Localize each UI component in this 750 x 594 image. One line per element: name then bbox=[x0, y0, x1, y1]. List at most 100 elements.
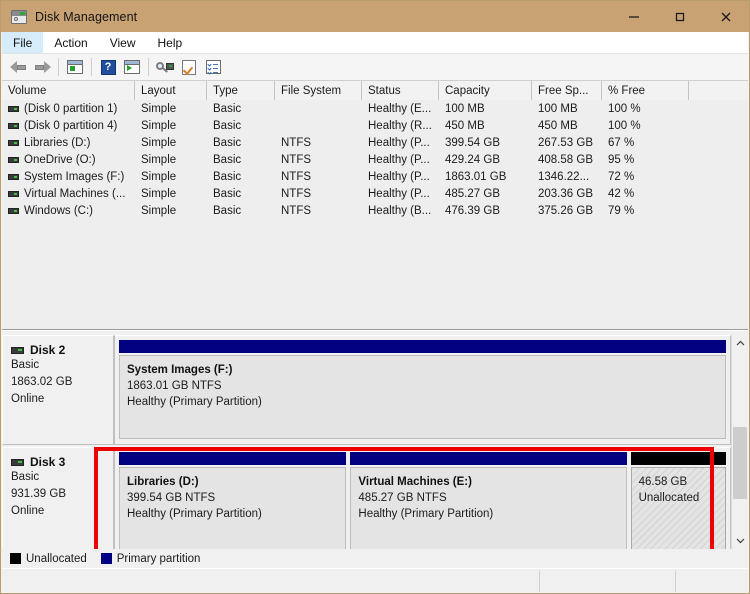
cell-text: 100 MB bbox=[538, 102, 578, 115]
partition-volume[interactable]: System Images (F:) 1863.01 GB NTFS Healthy… bbox=[119, 340, 726, 439]
column-header-free[interactable]: % Free bbox=[602, 81, 689, 100]
window-title: Disk Management bbox=[35, 9, 138, 24]
close-button[interactable] bbox=[703, 1, 749, 32]
scrollbar-thumb[interactable] bbox=[733, 427, 747, 499]
cell-status: Healthy (P... bbox=[362, 185, 439, 202]
menu-item-label: File bbox=[13, 35, 33, 50]
table-row[interactable]: Libraries (D:) Simple Basic NTFS Healthy (P.… bbox=[2, 134, 748, 151]
menu-item-view[interactable]: View bbox=[99, 32, 147, 53]
partition-body[interactable]: Libraries (D:) 399.54 GB NTFS Healthy (Pri… bbox=[119, 467, 347, 549]
column-header-freesp[interactable]: Free Sp... bbox=[532, 81, 602, 100]
partition-body[interactable]: 46.58 GB Unallocated bbox=[630, 467, 726, 549]
disk-panel-scrollbar[interactable] bbox=[731, 335, 748, 549]
cell-layout: Simple bbox=[135, 168, 207, 185]
menu-bar: File Action View Help bbox=[2, 32, 748, 54]
forward-arrow-icon[interactable] bbox=[30, 56, 54, 79]
show-hide-console-tree-icon[interactable] bbox=[63, 56, 87, 79]
scroll-up-icon[interactable] bbox=[732, 335, 748, 352]
minimize-button[interactable] bbox=[611, 1, 657, 32]
show-action-pane-icon[interactable] bbox=[120, 56, 144, 79]
status-segment bbox=[2, 569, 540, 592]
column-header-layout[interactable]: Layout bbox=[135, 81, 207, 100]
column-header-label: File System bbox=[281, 84, 342, 97]
properties-icon[interactable] bbox=[177, 56, 201, 79]
cell-status: Healthy (P... bbox=[362, 151, 439, 168]
legend-label: Unallocated bbox=[26, 552, 87, 565]
cell-fs: NTFS bbox=[275, 185, 362, 202]
partition-line3: Healthy (Primary Partition) bbox=[358, 508, 494, 520]
table-row[interactable]: (Disk 0 partition 4) Simple Basic Healthy (… bbox=[2, 117, 748, 134]
cell-text: Basic bbox=[213, 170, 242, 183]
volume-icon bbox=[8, 207, 19, 214]
help-icon[interactable]: ? bbox=[96, 56, 120, 79]
legend-swatch bbox=[100, 553, 112, 564]
back-arrow-icon[interactable] bbox=[6, 56, 30, 79]
disk-title: Disk 2 bbox=[11, 343, 113, 357]
column-header-type[interactable]: Type bbox=[207, 81, 275, 100]
cell-text: 450 MB bbox=[538, 119, 578, 132]
table-row[interactable]: Virtual Machines (... Simple Basic NTFS Heal… bbox=[2, 185, 748, 202]
cell-text: (Disk 0 partition 1) bbox=[24, 102, 118, 115]
cell-volume: OneDrive (O:) bbox=[2, 151, 135, 168]
cell-text: Simple bbox=[141, 136, 177, 149]
disk-drive-icon bbox=[11, 9, 27, 24]
partition-unallocated[interactable]: 46.58 GB Unallocated bbox=[630, 452, 726, 549]
list-view-icon[interactable] bbox=[201, 56, 225, 79]
scroll-down-icon[interactable] bbox=[732, 532, 748, 549]
table-row[interactable]: System Images (F:) Simple Basic NTFS Healthy… bbox=[2, 168, 748, 185]
disk-scroll-area: Disk 2 Basic 1863.02 GB Online System Images… bbox=[2, 335, 731, 549]
partition-volume[interactable]: Virtual Machines (E:) 485.27 GB NTFS Healt… bbox=[350, 452, 627, 549]
column-header-volume[interactable]: Volume bbox=[2, 81, 135, 100]
partition-body[interactable]: Virtual Machines (E:) 485.27 GB NTFS Healt… bbox=[350, 467, 627, 549]
table-row[interactable]: (Disk 0 partition 1) Simple Basic Healthy (… bbox=[2, 100, 748, 117]
cell-layout: Simple bbox=[135, 202, 207, 219]
cell-text: Virtual Machines (... bbox=[24, 187, 126, 200]
disk-row-disk-2[interactable]: Disk 2 Basic 1863.02 GB Online System Images… bbox=[2, 335, 731, 445]
partition-color-bar bbox=[119, 452, 347, 465]
cell-free: 375.26 GB bbox=[532, 202, 602, 219]
partition-line3: Healthy (Primary Partition) bbox=[127, 396, 262, 408]
cell-pct: 100 % bbox=[602, 100, 689, 117]
legend-item-primary-partition: Primary partition bbox=[100, 553, 200, 565]
column-header-status[interactable]: Status bbox=[362, 81, 439, 100]
cell-volume: Windows (C:) bbox=[2, 202, 135, 219]
cell-text: Simple bbox=[141, 170, 177, 183]
title-bar[interactable]: Disk Management bbox=[1, 1, 749, 32]
cell-text: 485.27 GB bbox=[445, 187, 500, 200]
menu-item-label: Help bbox=[157, 35, 183, 50]
maximize-button[interactable] bbox=[657, 1, 703, 32]
partition-body[interactable]: System Images (F:) 1863.01 GB NTFS Healthy… bbox=[119, 355, 726, 439]
disk-info-panel[interactable]: Disk 3 Basic 931.39 GB Online bbox=[2, 447, 114, 549]
column-header-filesystem[interactable]: File System bbox=[275, 81, 362, 100]
column-header-capacity[interactable]: Capacity bbox=[439, 81, 532, 100]
menu-item-file[interactable]: File bbox=[2, 32, 44, 53]
menu-item-action[interactable]: Action bbox=[43, 32, 98, 53]
table-row[interactable]: OneDrive (O:) Simple Basic NTFS Healthy (P..… bbox=[2, 151, 748, 168]
disk-info-panel[interactable]: Disk 2 Basic 1863.02 GB Online bbox=[2, 335, 114, 445]
disk-name: Disk 3 bbox=[30, 455, 66, 469]
partition-line1: System Images (F:) bbox=[127, 364, 233, 376]
partition-color-bar bbox=[119, 340, 726, 353]
cell-text: OneDrive (O:) bbox=[24, 153, 96, 166]
cell-layout: Simple bbox=[135, 151, 207, 168]
cell-capacity: 399.54 GB bbox=[439, 134, 532, 151]
cell-text: 408.58 GB bbox=[538, 153, 593, 166]
partition-line2: 399.54 GB NTFS bbox=[127, 492, 216, 504]
volume-icon bbox=[8, 156, 19, 163]
cell-type: Basic bbox=[207, 117, 275, 134]
disk-graphical-view: Disk 2 Basic 1863.02 GB Online System Images… bbox=[2, 335, 748, 549]
column-header-blank[interactable] bbox=[689, 81, 749, 100]
toolbar-separator bbox=[91, 58, 92, 76]
partition-color-bar bbox=[350, 452, 627, 465]
partition-volume[interactable]: Libraries (D:) 399.54 GB NTFS Healthy (Pri… bbox=[119, 452, 347, 549]
cell-text: System Images (F:) bbox=[24, 170, 125, 183]
cell-text: NTFS bbox=[281, 136, 312, 149]
table-row[interactable]: Windows (C:) Simple Basic NTFS Healthy (B...… bbox=[2, 202, 748, 219]
rescan-disks-icon[interactable] bbox=[153, 56, 177, 79]
volume-icon bbox=[8, 122, 19, 129]
disk-row-disk-3[interactable]: Disk 3 Basic 931.39 GB Online Libraries (D:)… bbox=[2, 447, 731, 549]
cell-type: Basic bbox=[207, 202, 275, 219]
menu-item-help[interactable]: Help bbox=[147, 32, 194, 53]
cell-type: Basic bbox=[207, 100, 275, 117]
cell-text: 100 % bbox=[608, 102, 641, 115]
